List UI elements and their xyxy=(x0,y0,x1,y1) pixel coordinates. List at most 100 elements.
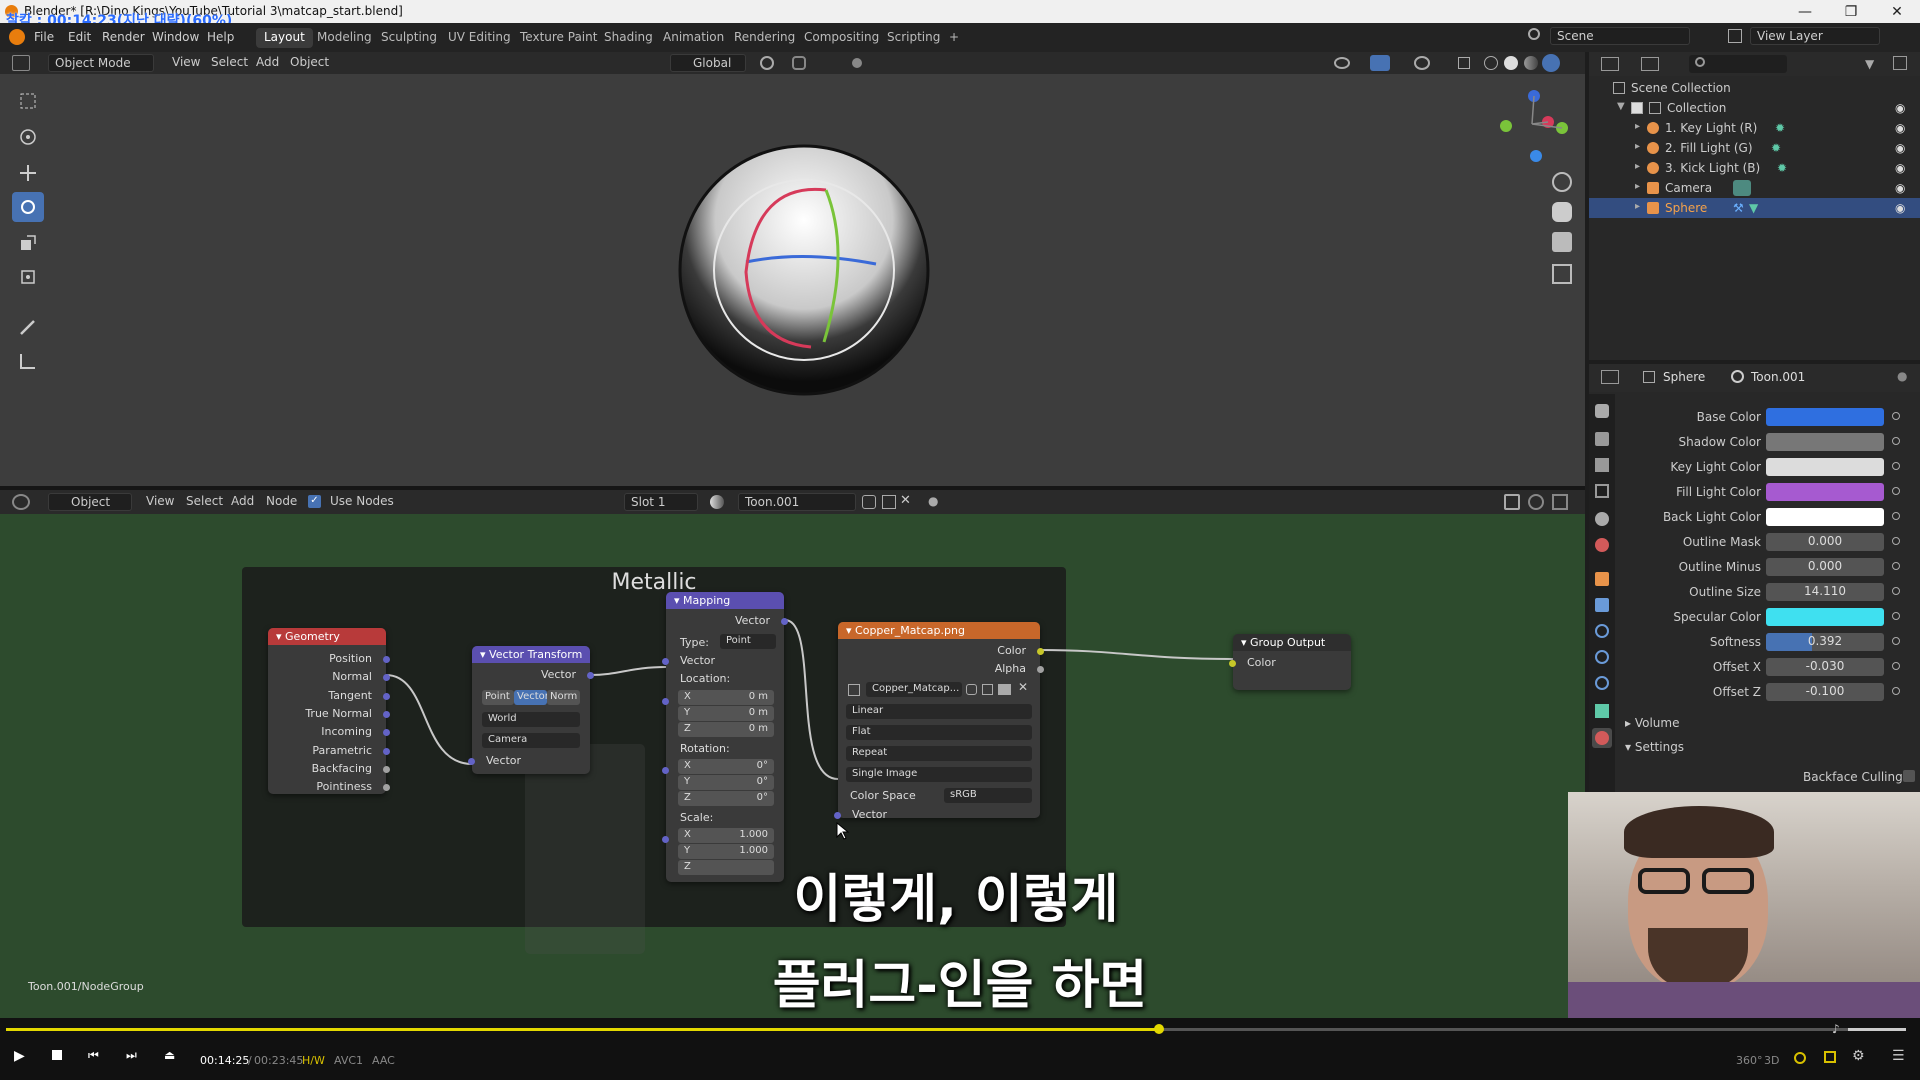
tab-animation[interactable]: Animation xyxy=(655,28,732,48)
shader-type-dropdown[interactable]: Object xyxy=(48,493,132,511)
visibility-eye-icon[interactable]: ◉ xyxy=(1895,161,1905,175)
keyframe-dot-icon[interactable] xyxy=(1892,487,1900,495)
3d-viewport[interactable] xyxy=(0,74,1585,486)
socket-parametric[interactable] xyxy=(383,748,390,755)
previous-icon[interactable]: ⏮ xyxy=(88,1048,99,1063)
capture-icon[interactable] xyxy=(1824,1051,1836,1063)
image-color-socket[interactable] xyxy=(1037,648,1044,655)
socket-normal[interactable] xyxy=(383,674,390,681)
camera-view-icon[interactable] xyxy=(1552,232,1572,252)
vector-transform-node[interactable]: ▾ Vector Transform Vector Point Vector N… xyxy=(468,646,594,774)
rotation-socket[interactable] xyxy=(662,767,669,774)
object-mode-dropdown[interactable]: Object Mode xyxy=(48,54,154,72)
image-alpha-socket[interactable] xyxy=(1037,666,1044,673)
volume-panel-header[interactable]: ▸ Volume xyxy=(1625,716,1679,730)
outliner-row-collection[interactable]: ▼ Collection ◉ xyxy=(1589,98,1920,118)
visibility-eye-icon[interactable]: ◉ xyxy=(1895,201,1905,215)
convert-to-dropdown[interactable]: Camera xyxy=(482,733,580,748)
convert-from-dropdown[interactable]: World xyxy=(482,712,580,727)
parent-node-tree-icon[interactable] xyxy=(1504,494,1520,510)
outliner-row-camera[interactable]: ▸ Camera ◉ xyxy=(1589,178,1920,198)
source-dropdown[interactable]: Single Image xyxy=(846,767,1032,782)
expand-icon[interactable]: ▸ xyxy=(1635,161,1640,172)
outliner-row-sphere[interactable]: ▸ Sphere ⚒ ▼ ◉ xyxy=(1589,198,1920,218)
outliner-row-scene-collection[interactable]: Scene Collection xyxy=(1589,78,1920,98)
keyframe-dot-icon[interactable] xyxy=(1892,512,1900,520)
move-tool[interactable] xyxy=(12,158,44,188)
rotation-y-field[interactable]: Y 0° xyxy=(678,775,774,790)
play-icon[interactable]: ▶ xyxy=(14,1048,25,1064)
shading-material-icon[interactable] xyxy=(1524,56,1538,70)
data-tab-icon[interactable] xyxy=(1595,704,1609,718)
socket-tangent[interactable] xyxy=(383,693,390,700)
node-menu-view[interactable]: View xyxy=(140,493,180,511)
node-menu-select[interactable]: Select xyxy=(180,493,229,511)
proportional-editing-icon[interactable] xyxy=(852,58,862,68)
use-nodes-checkbox[interactable]: ✓ xyxy=(308,495,321,508)
socket-position[interactable] xyxy=(383,656,390,663)
node-snap-mode-icon[interactable] xyxy=(1552,494,1568,510)
tab-sculpting[interactable]: Sculpting xyxy=(373,28,445,48)
prop-outline-minus[interactable]: Outline Minus 0.000 xyxy=(1619,556,1919,578)
keyframe-dot-icon[interactable] xyxy=(1892,537,1900,545)
fill-light-color-swatch[interactable] xyxy=(1766,483,1884,501)
vr360-label[interactable]: 360° xyxy=(1736,1054,1763,1067)
volume-slider[interactable] xyxy=(1848,1028,1906,1031)
location-z-field[interactable]: Z 0 m xyxy=(678,722,774,737)
zoom-icon[interactable] xyxy=(1552,172,1572,192)
tab-modeling[interactable]: Modeling xyxy=(309,28,380,48)
add-workspace-button[interactable]: + xyxy=(941,28,967,48)
prop-key-light-color[interactable]: Key Light Color xyxy=(1619,456,1919,478)
expand-icon[interactable]: ▸ xyxy=(1635,121,1640,132)
pan-hand-icon[interactable] xyxy=(1552,202,1572,222)
outliner-row-kick-light[interactable]: ▸ 3. Kick Light (B) ✹ ◉ xyxy=(1589,158,1920,178)
key-light-color-swatch[interactable] xyxy=(1766,458,1884,476)
view-layer-selector[interactable]: View Layer xyxy=(1750,27,1880,45)
visibility-eye-icon[interactable]: ◉ xyxy=(1895,121,1905,135)
outliner-row-fill-light[interactable]: ▸ 2. Fill Light (G) ✹ ◉ xyxy=(1589,138,1920,158)
interpolation-dropdown[interactable]: Linear xyxy=(846,704,1032,719)
vector-transform-output-socket[interactable] xyxy=(587,672,594,679)
prop-outline-size[interactable]: Outline Size 14.110 xyxy=(1619,581,1919,603)
blender-menu-icon[interactable] xyxy=(9,29,25,45)
tab-texture-paint[interactable]: Texture Paint xyxy=(512,28,605,48)
prop-fill-light-color[interactable]: Fill Light Color xyxy=(1619,481,1919,503)
tab-scripting[interactable]: Scripting xyxy=(879,28,948,48)
collection-checkbox[interactable] xyxy=(1631,102,1643,114)
3d-label[interactable]: 3D xyxy=(1764,1054,1779,1067)
pin-icon[interactable]: ● xyxy=(928,494,942,508)
seek-handle[interactable] xyxy=(1154,1024,1165,1034)
filter-icon[interactable]: ▼ xyxy=(1865,57,1874,71)
close-window-button[interactable]: ✕ xyxy=(1874,0,1920,23)
menu-icon[interactable]: ☰ xyxy=(1892,1048,1905,1064)
matcap-sphere[interactable] xyxy=(676,142,932,398)
image-unlink-icon[interactable]: ✕ xyxy=(1018,680,1028,694)
transform-tool[interactable] xyxy=(12,262,44,292)
tab-layout[interactable]: Layout xyxy=(256,28,313,48)
fake-user-shield-icon[interactable] xyxy=(862,495,876,509)
volume-icon[interactable]: ♪ xyxy=(1832,1022,1840,1036)
group-output-node[interactable]: ▾ Group Output Color xyxy=(1229,634,1351,690)
image-duplicate-icon[interactable] xyxy=(982,684,993,695)
outline-minus-field[interactable]: 0.000 xyxy=(1766,558,1884,576)
material-slot-dropdown[interactable]: Slot 1 xyxy=(624,493,698,511)
rotation-x-field[interactable]: X 0° xyxy=(678,759,774,774)
expand-icon[interactable]: ▸ xyxy=(1635,181,1640,192)
type-vector-button[interactable]: Vector xyxy=(514,690,549,705)
group-output-header[interactable]: ▾ Group Output xyxy=(1233,634,1351,651)
keyframe-dot-icon[interactable] xyxy=(1892,612,1900,620)
outliner-row-key-light[interactable]: ▸ 1. Key Light (R) ✹ ◉ xyxy=(1589,118,1920,138)
prop-outline-mask[interactable]: Outline Mask 0.000 xyxy=(1619,531,1919,553)
menu-edit[interactable]: Edit xyxy=(68,30,91,44)
extension-dropdown[interactable]: Repeat xyxy=(846,746,1032,761)
xray-icon[interactable] xyxy=(1458,57,1470,69)
group-output-color-socket[interactable] xyxy=(1229,660,1236,667)
menu-render[interactable]: Render xyxy=(102,30,145,44)
visibility-icon[interactable] xyxy=(1334,57,1350,69)
projection-dropdown[interactable]: Flat xyxy=(846,725,1032,740)
offset-z-field[interactable]: -0.100 xyxy=(1766,683,1884,701)
rotation-z-field[interactable]: Z 0° xyxy=(678,791,774,806)
expand-icon[interactable]: ▸ xyxy=(1635,201,1640,212)
navigation-gizmo[interactable] xyxy=(1492,84,1572,164)
pivot-point-icon[interactable] xyxy=(760,56,774,70)
